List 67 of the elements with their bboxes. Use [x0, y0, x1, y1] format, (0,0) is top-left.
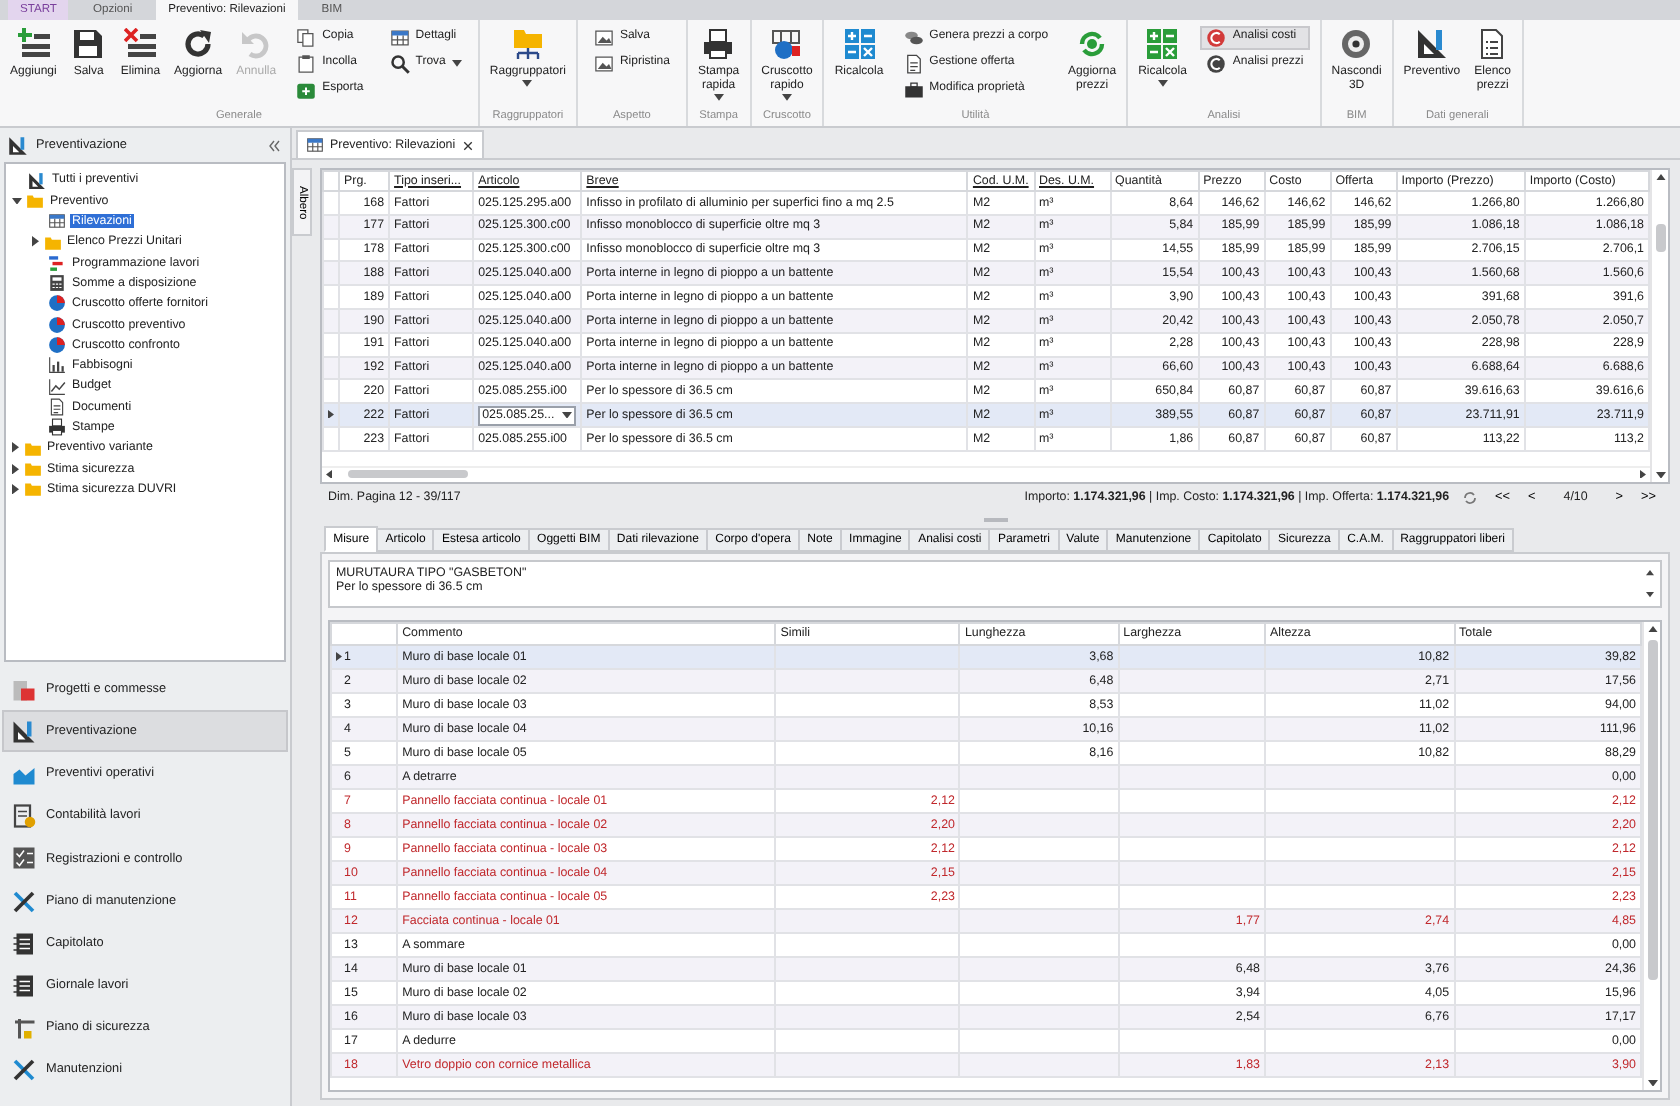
table-icon: [48, 212, 66, 231]
scroll-up-icon: [1655, 174, 1665, 181]
dashboard-icon: [770, 28, 803, 60]
coin-icon: [1206, 54, 1227, 74]
scroll-down-icon: [1646, 592, 1654, 598]
circular-arrows-icon: [1461, 490, 1478, 506]
notebook-icon: [12, 973, 36, 998]
ledger-icon: [12, 804, 36, 829]
calculator-icon: [1146, 28, 1179, 60]
printer-icon: [702, 28, 735, 60]
crossed-tools-icon: [12, 1058, 36, 1083]
double-chevron-icon: [266, 137, 282, 153]
calculator-icon: [48, 274, 66, 293]
export-icon: [296, 80, 317, 100]
scrollbar-thumb[interactable]: [348, 469, 468, 477]
calculator-icon: [843, 28, 875, 60]
undo-icon: [240, 28, 273, 60]
folder-icon: [26, 191, 44, 210]
search-icon: [389, 54, 410, 74]
checklist-icon: [12, 846, 36, 871]
paste-icon: [296, 54, 317, 74]
coin-icon: [1206, 28, 1227, 48]
coins-icon: [903, 28, 924, 48]
row-pointer-icon: [336, 652, 342, 662]
scroll-left-icon: [326, 469, 332, 479]
copy-icon: [296, 28, 317, 48]
table-icon: [306, 136, 324, 154]
scroll-down-icon: [1647, 1079, 1657, 1086]
vertical-scrollbar[interactable]: [1650, 170, 1668, 482]
vertical-scrollbar[interactable]: [1642, 622, 1660, 1090]
scroll-right-icon: [1640, 469, 1646, 479]
document-stack-icon: [12, 677, 36, 702]
pie-chart-icon: [48, 336, 66, 355]
circular-arrows-icon: [1076, 28, 1109, 60]
row-pointer-icon: [328, 409, 334, 419]
pie-chart-icon: [48, 294, 66, 313]
folder-icon: [43, 233, 61, 252]
printer-icon: [48, 418, 66, 437]
delete-list-icon: [124, 28, 157, 60]
plus-list-icon: [17, 28, 50, 60]
scrollbar-thumb[interactable]: [1647, 640, 1657, 981]
document-icon: [903, 54, 924, 74]
pie-chart-icon: [48, 315, 66, 334]
scroll-down-icon: [1655, 471, 1665, 478]
briefcase-icon: [903, 80, 924, 100]
scrollbar-thumb[interactable]: [1655, 224, 1665, 253]
collapse-button[interactable]: [266, 137, 282, 153]
crossed-tools-icon: [12, 889, 36, 914]
refresh-icon: [182, 28, 215, 60]
bar-chart-icon: [48, 356, 66, 375]
disc-icon: [1340, 28, 1373, 60]
line-chart-icon: [48, 377, 66, 396]
notebook-icon: [12, 931, 36, 956]
caret-icon: [562, 411, 573, 419]
list-document-icon: [1476, 28, 1509, 60]
gantt-chart-icon: [48, 253, 66, 272]
folder-tree-icon: [511, 28, 544, 60]
crane-icon: [12, 1016, 36, 1041]
close-icon: [461, 139, 474, 151]
picture-icon: [593, 54, 614, 74]
scroll-up-icon: [1647, 626, 1657, 633]
table-icon: [389, 28, 410, 48]
splitter-handle[interactable]: [983, 517, 1007, 521]
scroll-up-icon: [1646, 570, 1654, 576]
horizontal-scrollbar[interactable]: [322, 466, 1650, 482]
document-icon: [48, 397, 66, 416]
picture-icon: [593, 28, 614, 48]
